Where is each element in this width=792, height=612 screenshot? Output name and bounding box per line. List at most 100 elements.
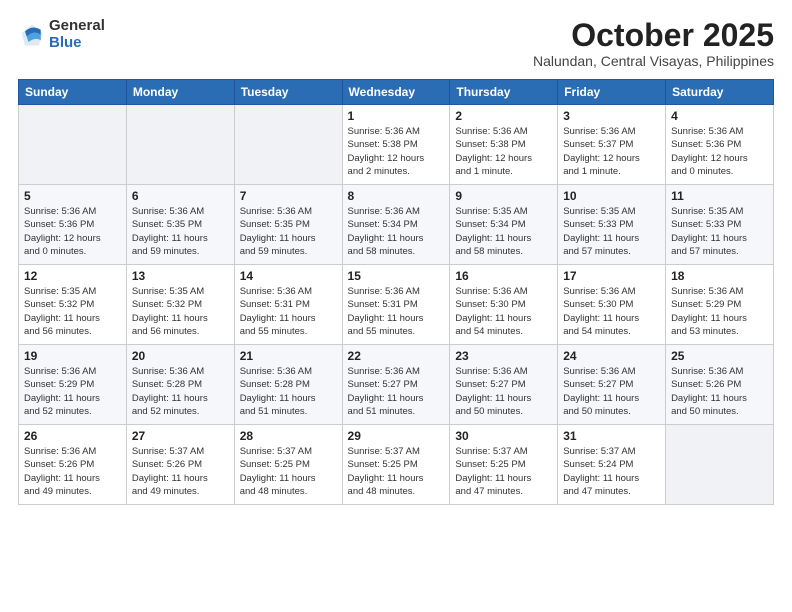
day-number: 6 xyxy=(132,189,229,203)
day-info: Sunrise: 5:37 AM Sunset: 5:24 PM Dayligh… xyxy=(563,445,660,498)
calendar-cell: 29 Sunrise: 5:37 AM Sunset: 5:25 PM Dayli… xyxy=(342,425,450,505)
day-number: 19 xyxy=(24,349,121,363)
day-number: 21 xyxy=(240,349,337,363)
day-number: 31 xyxy=(563,429,660,443)
day-info: Sunrise: 5:35 AM Sunset: 5:34 PM Dayligh… xyxy=(455,205,552,258)
logo: General Blue xyxy=(18,18,105,51)
calendar-cell: 28 Sunrise: 5:37 AM Sunset: 5:25 PM Dayli… xyxy=(234,425,342,505)
day-info: Sunrise: 5:36 AM Sunset: 5:30 PM Dayligh… xyxy=(563,285,660,338)
day-number: 18 xyxy=(671,269,768,283)
calendar-cell: 10 Sunrise: 5:35 AM Sunset: 5:33 PM Dayli… xyxy=(558,185,666,265)
day-number: 14 xyxy=(240,269,337,283)
day-info: Sunrise: 5:36 AM Sunset: 5:27 PM Dayligh… xyxy=(455,365,552,418)
logo-text: General Blue xyxy=(49,18,105,51)
day-number: 22 xyxy=(348,349,445,363)
calendar-cell: 30Sunrise: 5:37 AM Sunset: 5:25 PM Dayli… xyxy=(450,425,558,505)
calendar-cell: 23 Sunrise: 5:36 AM Sunset: 5:27 PM Dayli… xyxy=(450,345,558,425)
day-number: 26 xyxy=(24,429,121,443)
calendar-cell xyxy=(234,105,342,185)
calendar-cell: 24Sunrise: 5:36 AM Sunset: 5:27 PM Dayli… xyxy=(558,345,666,425)
location: Nalundan, Central Visayas, Philippines xyxy=(533,53,774,69)
day-info: Sunrise: 5:36 AM Sunset: 5:36 PM Dayligh… xyxy=(671,125,768,178)
day-info: Sunrise: 5:36 AM Sunset: 5:26 PM Dayligh… xyxy=(671,365,768,418)
day-info: Sunrise: 5:36 AM Sunset: 5:29 PM Dayligh… xyxy=(24,365,121,418)
day-number: 8 xyxy=(348,189,445,203)
col-saturday: Saturday xyxy=(666,80,774,105)
day-number: 11 xyxy=(671,189,768,203)
calendar-cell: 26 Sunrise: 5:36 AM Sunset: 5:26 PM Dayli… xyxy=(19,425,127,505)
col-tuesday: Tuesday xyxy=(234,80,342,105)
day-number: 16 xyxy=(455,269,552,283)
day-number: 29 xyxy=(348,429,445,443)
day-info: Sunrise: 5:36 AM Sunset: 5:36 PM Dayligh… xyxy=(24,205,121,258)
header-row: Sunday Monday Tuesday Wednesday Thursday… xyxy=(19,80,774,105)
day-info: Sunrise: 5:35 AM Sunset: 5:33 PM Dayligh… xyxy=(563,205,660,258)
day-number: 1 xyxy=(348,109,445,123)
logo-blue-text: Blue xyxy=(49,35,105,52)
calendar-cell: 5 Sunrise: 5:36 AM Sunset: 5:36 PM Daylig… xyxy=(19,185,127,265)
col-sunday: Sunday xyxy=(19,80,127,105)
logo-icon xyxy=(18,21,46,49)
day-info: Sunrise: 5:36 AM Sunset: 5:34 PM Dayligh… xyxy=(348,205,445,258)
calendar-cell: 9 Sunrise: 5:35 AM Sunset: 5:34 PM Daylig… xyxy=(450,185,558,265)
calendar-cell: 17 Sunrise: 5:36 AM Sunset: 5:30 PM Dayli… xyxy=(558,265,666,345)
calendar-cell: 16 Sunrise: 5:36 AM Sunset: 5:30 PM Dayli… xyxy=(450,265,558,345)
calendar-cell: 20Sunrise: 5:36 AM Sunset: 5:28 PM Dayli… xyxy=(126,345,234,425)
day-info: Sunrise: 5:37 AM Sunset: 5:25 PM Dayligh… xyxy=(348,445,445,498)
day-info: Sunrise: 5:36 AM Sunset: 5:37 PM Dayligh… xyxy=(563,125,660,178)
day-number: 20 xyxy=(132,349,229,363)
calendar-cell: 7 Sunrise: 5:36 AM Sunset: 5:35 PM Daylig… xyxy=(234,185,342,265)
calendar-cell: 31 Sunrise: 5:37 AM Sunset: 5:24 PM Dayli… xyxy=(558,425,666,505)
day-number: 25 xyxy=(671,349,768,363)
day-number: 23 xyxy=(455,349,552,363)
calendar-week-2: 5 Sunrise: 5:36 AM Sunset: 5:36 PM Daylig… xyxy=(19,185,774,265)
title-section: October 2025 Nalundan, Central Visayas, … xyxy=(533,18,774,69)
calendar-cell xyxy=(126,105,234,185)
day-number: 4 xyxy=(671,109,768,123)
calendar-week-1: 1 Sunrise: 5:36 AM Sunset: 5:38 PM Daylig… xyxy=(19,105,774,185)
day-number: 5 xyxy=(24,189,121,203)
page: General Blue October 2025 Nalundan, Cent… xyxy=(0,0,792,523)
day-info: Sunrise: 5:36 AM Sunset: 5:35 PM Dayligh… xyxy=(132,205,229,258)
calendar-cell: 1Sunrise: 5:36 AM Sunset: 5:38 PM Daylig… xyxy=(342,105,450,185)
calendar-cell xyxy=(666,425,774,505)
day-info: Sunrise: 5:36 AM Sunset: 5:26 PM Dayligh… xyxy=(24,445,121,498)
calendar-cell: 13Sunrise: 5:35 AM Sunset: 5:32 PM Dayli… xyxy=(126,265,234,345)
calendar-cell: 25 Sunrise: 5:36 AM Sunset: 5:26 PM Dayli… xyxy=(666,345,774,425)
month-title: October 2025 xyxy=(533,18,774,53)
day-number: 2 xyxy=(455,109,552,123)
day-info: Sunrise: 5:35 AM Sunset: 5:32 PM Dayligh… xyxy=(24,285,121,338)
calendar-cell: 22 Sunrise: 5:36 AM Sunset: 5:27 PM Dayli… xyxy=(342,345,450,425)
col-wednesday: Wednesday xyxy=(342,80,450,105)
day-number: 15 xyxy=(348,269,445,283)
col-monday: Monday xyxy=(126,80,234,105)
day-info: Sunrise: 5:36 AM Sunset: 5:31 PM Dayligh… xyxy=(348,285,445,338)
logo-general-text: General xyxy=(49,18,105,35)
day-number: 17 xyxy=(563,269,660,283)
day-number: 3 xyxy=(563,109,660,123)
calendar-cell: 15 Sunrise: 5:36 AM Sunset: 5:31 PM Dayli… xyxy=(342,265,450,345)
day-info: Sunrise: 5:36 AM Sunset: 5:38 PM Dayligh… xyxy=(455,125,552,178)
day-number: 27 xyxy=(132,429,229,443)
day-number: 10 xyxy=(563,189,660,203)
calendar-week-3: 12 Sunrise: 5:35 AM Sunset: 5:32 PM Dayli… xyxy=(19,265,774,345)
day-info: Sunrise: 5:36 AM Sunset: 5:27 PM Dayligh… xyxy=(563,365,660,418)
day-info: Sunrise: 5:37 AM Sunset: 5:25 PM Dayligh… xyxy=(240,445,337,498)
calendar-cell: 8 Sunrise: 5:36 AM Sunset: 5:34 PM Daylig… xyxy=(342,185,450,265)
calendar-cell: 14Sunrise: 5:36 AM Sunset: 5:31 PM Dayli… xyxy=(234,265,342,345)
day-number: 9 xyxy=(455,189,552,203)
day-number: 28 xyxy=(240,429,337,443)
day-number: 7 xyxy=(240,189,337,203)
calendar-cell: 21Sunrise: 5:36 AM Sunset: 5:28 PM Dayli… xyxy=(234,345,342,425)
day-number: 12 xyxy=(24,269,121,283)
calendar-cell: 2 Sunrise: 5:36 AM Sunset: 5:38 PM Daylig… xyxy=(450,105,558,185)
calendar-header: Sunday Monday Tuesday Wednesday Thursday… xyxy=(19,80,774,105)
col-thursday: Thursday xyxy=(450,80,558,105)
calendar-body: 1 Sunrise: 5:36 AM Sunset: 5:38 PM Daylig… xyxy=(19,105,774,505)
header: General Blue October 2025 Nalundan, Cent… xyxy=(18,18,774,69)
day-info: Sunrise: 5:37 AM Sunset: 5:26 PM Dayligh… xyxy=(132,445,229,498)
calendar-week-5: 26 Sunrise: 5:36 AM Sunset: 5:26 PM Dayli… xyxy=(19,425,774,505)
day-info: Sunrise: 5:36 AM Sunset: 5:35 PM Dayligh… xyxy=(240,205,337,258)
day-info: Sunrise: 5:36 AM Sunset: 5:27 PM Dayligh… xyxy=(348,365,445,418)
day-info: Sunrise: 5:36 AM Sunset: 5:30 PM Dayligh… xyxy=(455,285,552,338)
